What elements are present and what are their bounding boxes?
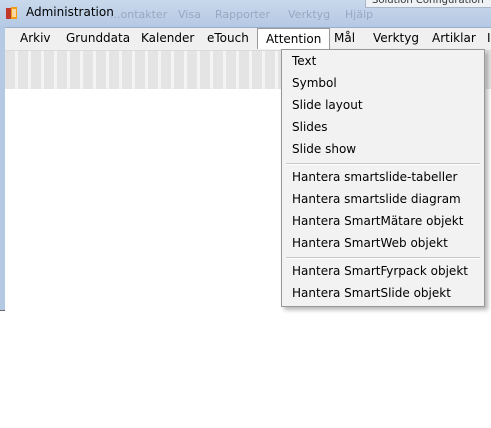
- background-menu-ghost: ...ontakter: [110, 8, 168, 21]
- menu-item-smartfyrpack[interactable]: Hantera SmartFyrpack objekt: [292, 264, 468, 278]
- menu-artiklar[interactable]: Artiklar: [432, 31, 476, 45]
- menu-bar: Arkiv Grunddata Kalender eTouch Attentio…: [5, 28, 491, 51]
- window-title: Administration: [26, 5, 114, 19]
- background-menu-ghost: Hjälp: [345, 8, 374, 21]
- menu-etouch[interactable]: eTouch: [207, 31, 249, 45]
- menu-item-smartweb[interactable]: Hantera SmartWeb objekt: [292, 236, 448, 250]
- menu-overflow[interactable]: I: [487, 31, 491, 45]
- menu-item-slide-show[interactable]: Slide show: [292, 142, 356, 156]
- menu-item-smartmatare[interactable]: Hantera SmartMätare objekt: [292, 214, 463, 228]
- attention-dropdown-menu: Text Symbol Slide layout Slides Slide sh…: [281, 49, 485, 307]
- background-menu-ghost: Visa: [178, 8, 201, 21]
- window-frame-bottom: [0, 310, 5, 311]
- menu-item-symbol[interactable]: Symbol: [292, 76, 337, 90]
- menu-item-slide-layout[interactable]: Slide layout: [292, 98, 363, 112]
- menu-mal[interactable]: Mål: [334, 31, 355, 45]
- menu-arkiv[interactable]: Arkiv: [20, 31, 51, 45]
- menu-attention[interactable]: Attention: [257, 28, 331, 49]
- menu-separator: [286, 163, 480, 165]
- menu-verktyg[interactable]: Verktyg: [373, 31, 419, 45]
- menu-item-smartslide-diagram[interactable]: Hantera smartslide diagram: [292, 192, 461, 206]
- menu-item-smartslide[interactable]: Hantera SmartSlide objekt: [292, 286, 451, 300]
- menu-kalender[interactable]: Kalender: [141, 31, 194, 45]
- app-icon: [6, 7, 17, 19]
- background-popup-title: Solution Configuration: [365, 0, 491, 8]
- menu-grunddata[interactable]: Grunddata: [66, 31, 130, 45]
- background-menu-ghost: Verktyg: [288, 8, 331, 21]
- menu-item-text[interactable]: Text: [292, 54, 316, 68]
- menu-item-slides[interactable]: Slides: [292, 120, 328, 134]
- menu-item-smartslide-tabeller[interactable]: Hantera smartslide-tabeller: [292, 170, 457, 184]
- menu-separator: [286, 257, 480, 259]
- background-menu-ghost: Rapporter: [215, 8, 270, 21]
